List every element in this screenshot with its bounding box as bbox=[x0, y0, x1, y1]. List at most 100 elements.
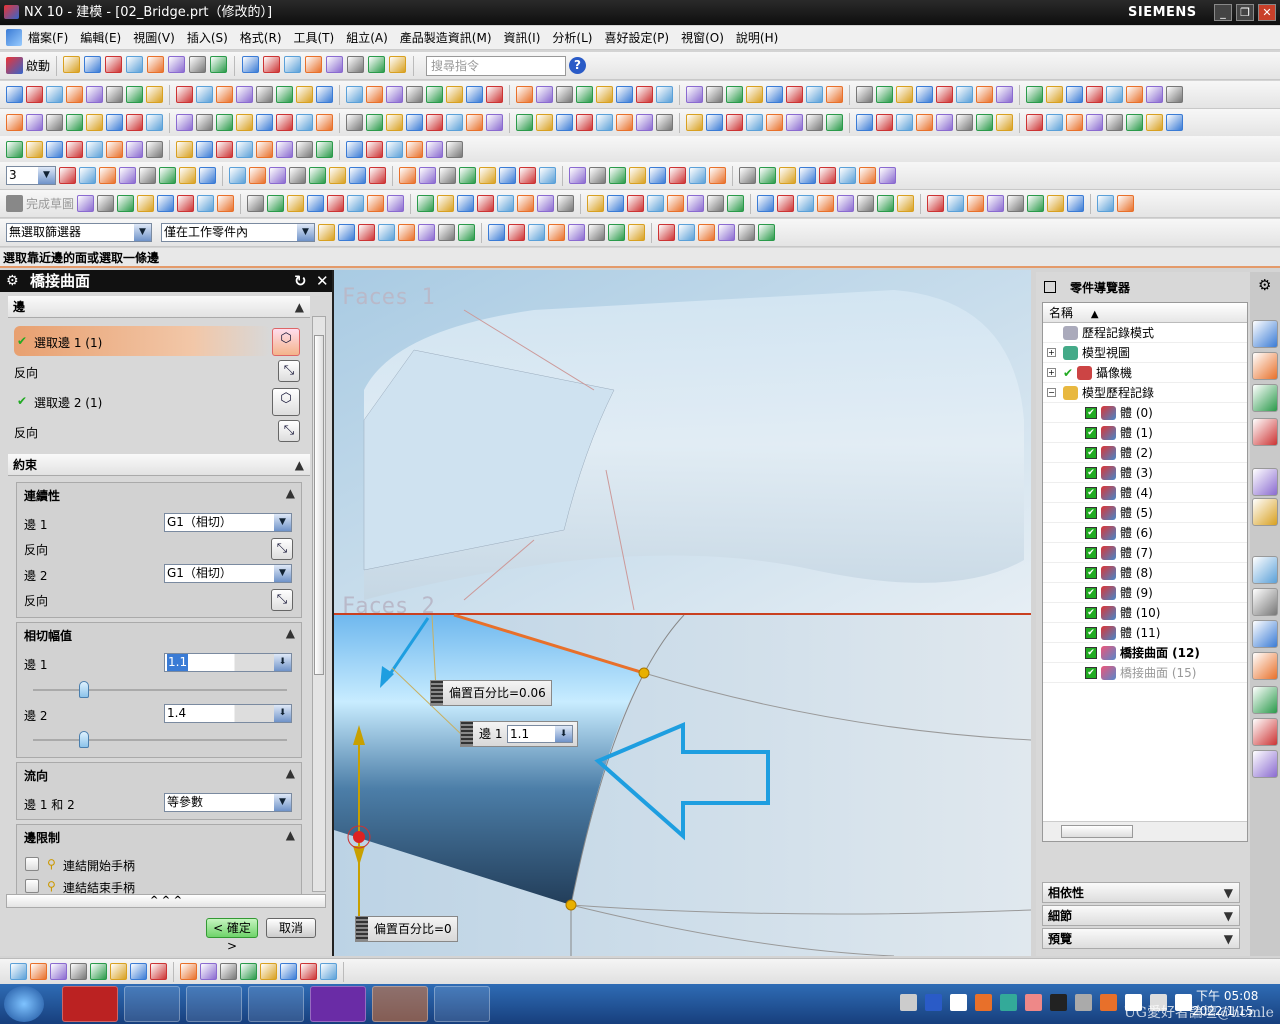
start-orb-icon[interactable] bbox=[4, 986, 44, 1022]
reverse-direction-icon[interactable]: ⤡ bbox=[278, 360, 300, 382]
toolbar-tool-icon[interactable] bbox=[179, 167, 196, 184]
edge1-magnitude-onscreen[interactable]: 邊 1 1.1 ⬇ bbox=[460, 721, 578, 747]
resource-tab[interactable] bbox=[1252, 498, 1278, 526]
toolbar-tool-icon[interactable] bbox=[256, 141, 273, 158]
toolbar-tool-icon[interactable] bbox=[197, 195, 215, 212]
tray-icon[interactable] bbox=[1025, 994, 1042, 1011]
menu-item[interactable]: 檔案(F) bbox=[28, 29, 68, 46]
tree-item[interactable]: ✔ 體 (8) bbox=[1043, 563, 1247, 583]
toolbar-tool-icon[interactable] bbox=[479, 167, 496, 184]
toolbar-tool-icon[interactable] bbox=[446, 86, 463, 103]
toolbar-tool-icon[interactable] bbox=[146, 86, 163, 103]
handle-point[interactable] bbox=[565, 899, 577, 911]
toolbar-tool-icon[interactable] bbox=[916, 114, 933, 131]
toolbar-tool-icon[interactable] bbox=[97, 195, 115, 212]
toolbar-tool-icon[interactable] bbox=[1046, 114, 1063, 131]
toolbar-tool-icon[interactable] bbox=[799, 167, 816, 184]
selection-scope-select[interactable]: 僅在工作零件內 ▼ bbox=[161, 223, 315, 242]
menu-item[interactable]: 喜好設定(P) bbox=[604, 29, 669, 46]
toolbar-tool-icon[interactable] bbox=[539, 167, 556, 184]
menu-item[interactable]: 編輯(E) bbox=[80, 29, 121, 46]
toolbar-tool-icon[interactable] bbox=[896, 114, 913, 131]
toolbar-tool-icon[interactable] bbox=[220, 963, 237, 980]
toolbar-tool-icon[interactable] bbox=[210, 55, 228, 73]
solidworks-task-icon[interactable] bbox=[62, 986, 118, 1022]
resource-tab[interactable] bbox=[1252, 468, 1278, 496]
toolbar-tool-icon[interactable] bbox=[305, 55, 323, 73]
toolbar-tool-icon[interactable] bbox=[10, 963, 27, 980]
toolbar-tool-icon[interactable] bbox=[196, 141, 213, 158]
toolbar-tool-icon[interactable] bbox=[1146, 86, 1163, 103]
slider-thumb[interactable] bbox=[78, 731, 89, 748]
link-start-checkbox[interactable] bbox=[25, 857, 39, 871]
toolbar-tool-icon[interactable] bbox=[806, 114, 823, 131]
edges-section-header[interactable]: 邊 ▲ bbox=[8, 296, 310, 318]
toolbar-tool-icon[interactable] bbox=[386, 86, 403, 103]
toolbar-tool-icon[interactable] bbox=[667, 195, 685, 212]
toolbar-tool-icon[interactable] bbox=[759, 167, 776, 184]
toolbar-tool-icon[interactable] bbox=[607, 195, 625, 212]
toolbar-tool-icon[interactable] bbox=[6, 86, 23, 103]
toolbar-tool-icon[interactable] bbox=[718, 224, 735, 241]
toolbar-tool-icon[interactable] bbox=[608, 224, 625, 241]
toolbar-tool-icon[interactable] bbox=[417, 195, 435, 212]
toolbar-tool-icon[interactable] bbox=[726, 114, 743, 131]
toolbar-tool-icon[interactable] bbox=[856, 114, 873, 131]
visibility-checkbox[interactable]: ✔ bbox=[1085, 627, 1097, 639]
toolbar-tool-icon[interactable] bbox=[556, 86, 573, 103]
toolbar-tool-icon[interactable] bbox=[687, 195, 705, 212]
constraints-section-header[interactable]: 約束 ▲ bbox=[8, 454, 310, 476]
toolbar-tool-icon[interactable] bbox=[437, 195, 455, 212]
toolbar-tool-icon[interactable] bbox=[368, 55, 386, 73]
toolbar-tool-icon[interactable] bbox=[689, 167, 706, 184]
toolbar-tool-icon[interactable] bbox=[1026, 86, 1043, 103]
visibility-checkbox[interactable]: ✔ bbox=[1085, 547, 1097, 559]
tree-item[interactable]: ✔ 橋接曲面 (12) bbox=[1043, 643, 1247, 663]
toolbar-tool-icon[interactable] bbox=[1126, 114, 1143, 131]
toolbar-tool-icon[interactable] bbox=[287, 195, 305, 212]
toolbar-tool-icon[interactable] bbox=[856, 86, 873, 103]
toolbar-tool-icon[interactable] bbox=[316, 141, 333, 158]
toolbar-tool-icon[interactable] bbox=[647, 195, 665, 212]
toolbar-tool-icon[interactable] bbox=[738, 224, 755, 241]
tray-icon[interactable] bbox=[1000, 994, 1017, 1011]
toolbar-tool-icon[interactable] bbox=[627, 195, 645, 212]
edge-select-cube-icon[interactable]: ⬡ bbox=[272, 328, 300, 356]
tray-icon[interactable] bbox=[1075, 994, 1092, 1011]
toolbar-tool-icon[interactable] bbox=[176, 141, 193, 158]
visibility-checkbox[interactable]: ✔ bbox=[1085, 667, 1097, 679]
toolbar-tool-icon[interactable] bbox=[508, 224, 525, 241]
toolbar-tool-icon[interactable] bbox=[280, 963, 297, 980]
toolbar-tool-icon[interactable] bbox=[177, 195, 195, 212]
tree-item[interactable]: ✔ 體 (9) bbox=[1043, 583, 1247, 603]
toolbar-tool-icon[interactable] bbox=[309, 167, 326, 184]
visibility-checkbox[interactable]: ✔ bbox=[1085, 507, 1097, 519]
toolbar-tool-icon[interactable] bbox=[70, 963, 87, 980]
toolbar-tool-icon[interactable] bbox=[477, 195, 495, 212]
close-icon[interactable]: ✕ bbox=[316, 270, 329, 292]
toolbar-tool-icon[interactable] bbox=[536, 86, 553, 103]
toolbar-tool-icon[interactable] bbox=[256, 86, 273, 103]
toolbar-tool-icon[interactable] bbox=[446, 114, 463, 131]
toolbar-tool-icon[interactable] bbox=[217, 195, 235, 212]
gear-icon[interactable]: ⚙ bbox=[1258, 276, 1271, 294]
tree-item[interactable]: ✔ 體 (3) bbox=[1043, 463, 1247, 483]
close-button[interactable]: ✕ bbox=[1258, 4, 1276, 21]
toolbar-tool-icon[interactable] bbox=[1007, 195, 1025, 212]
toolbar-tool-icon[interactable] bbox=[859, 167, 876, 184]
firefox-task-icon[interactable] bbox=[372, 986, 428, 1022]
toolbar-tool-icon[interactable] bbox=[746, 114, 763, 131]
toolbar-tool-icon[interactable] bbox=[766, 86, 783, 103]
navigator-panel[interactable]: 相依性 ▼ bbox=[1042, 882, 1240, 903]
tree-item[interactable]: + ✔ 攝像機 bbox=[1043, 363, 1247, 383]
ok-button[interactable]: < 確定 > bbox=[206, 918, 258, 953]
toolbar-tool-icon[interactable] bbox=[706, 86, 723, 103]
toolbar-tool-icon[interactable] bbox=[486, 114, 503, 131]
minimize-button[interactable]: _ bbox=[1214, 4, 1232, 21]
visibility-checkbox[interactable]: ✔ bbox=[1085, 467, 1097, 479]
toolbar-tool-icon[interactable] bbox=[318, 224, 335, 241]
toolbar-tool-icon[interactable] bbox=[26, 114, 43, 131]
toolbar-tool-icon[interactable] bbox=[927, 195, 945, 212]
toolbar-tool-icon[interactable] bbox=[837, 195, 855, 212]
visibility-checkbox[interactable]: ✔ bbox=[1085, 567, 1097, 579]
